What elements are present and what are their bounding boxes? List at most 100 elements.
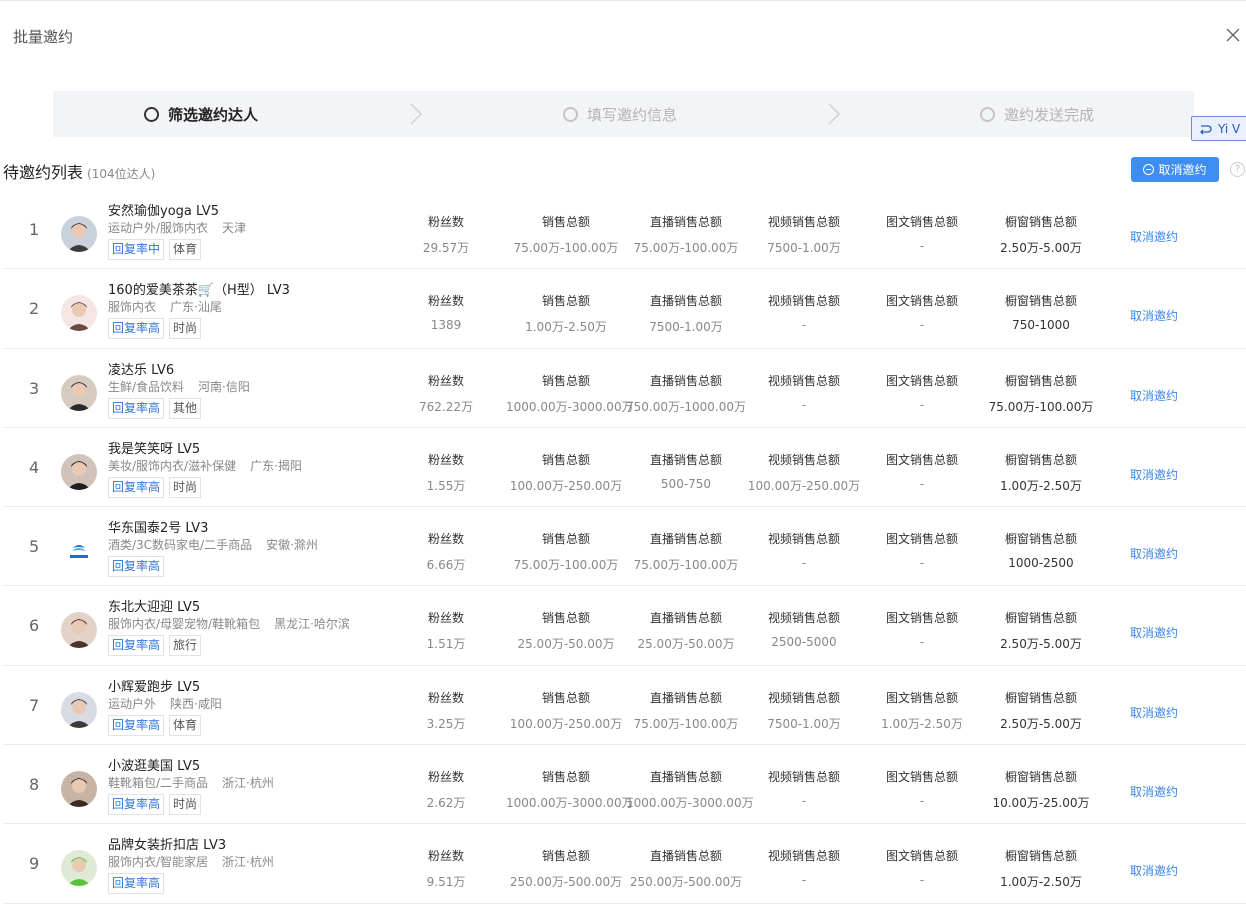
stat-label: 直播销售总额 xyxy=(649,294,722,309)
cancel-invite-link[interactable]: 取消邀约 xyxy=(1130,704,1178,721)
stat-label: 视频销售总额 xyxy=(767,849,840,864)
stat-column: 视频销售总额 - xyxy=(744,292,864,332)
stat-label: 橱窗销售总额 xyxy=(1004,611,1077,626)
stat-column: 粉丝数 6.66万 xyxy=(406,530,486,573)
cancel-invite-all-button[interactable]: 取消邀约 xyxy=(1131,157,1219,182)
stat-column: 粉丝数 9.51万 xyxy=(406,847,486,890)
reply-rate-tag: 回复率高 xyxy=(108,476,165,498)
stat-value: 75.00万-100.00万 xyxy=(633,558,739,573)
avatar xyxy=(61,612,97,649)
stat-label: 销售总额 xyxy=(541,611,590,626)
stat-label: 图文销售总额 xyxy=(885,690,958,705)
row-index: 5 xyxy=(29,537,40,557)
stat-column: 直播销售总额 750.00万-1000.00万 xyxy=(626,372,746,415)
avatar xyxy=(61,691,97,728)
stat-label: 图文销售总额 xyxy=(885,294,958,309)
stat-label: 视频销售总额 xyxy=(767,215,840,229)
stat-value: - xyxy=(919,635,925,650)
stat-column: 橱窗销售总额 2.50万-5.00万 xyxy=(981,213,1101,256)
tag-group: 回复率高 时尚 xyxy=(108,794,206,816)
stat-value: 500-750 xyxy=(660,476,712,491)
stat-column: 粉丝数 2.62万 xyxy=(406,768,486,811)
stat-value: 1.00万-2.50万 xyxy=(1000,875,1082,890)
step-circle-icon xyxy=(144,106,159,122)
influencer-name[interactable]: 品牌女装折扣店 LV3 xyxy=(108,834,226,853)
stat-label: 粉丝数 xyxy=(427,690,464,705)
row-index: 3 xyxy=(29,378,40,398)
stat-value: 762.22万 xyxy=(419,399,473,414)
stat-label: 图文销售总额 xyxy=(885,611,958,626)
stat-column: 图文销售总额 - xyxy=(862,292,982,332)
avatar xyxy=(61,771,97,808)
stat-column: 橱窗销售总额 2.50万-5.00万 xyxy=(981,689,1101,732)
stat-value: - xyxy=(801,397,807,412)
stat-label: 直播销售总额 xyxy=(649,373,722,388)
stat-label: 视频销售总额 xyxy=(767,690,840,705)
influencer-name[interactable]: 小波逛美国 LV5 xyxy=(108,755,200,774)
cancel-invite-link[interactable]: 取消邀约 xyxy=(1130,228,1178,245)
influencer-list: 1 安然瑜伽yoga LV5 运动户外/服饰内衣 天津 回复率中 体育 粉丝数 29.57万销… xyxy=(3,190,1246,904)
tag-group: 回复率中 体育 xyxy=(108,239,206,260)
stat-column: 销售总额 1.00万-2.50万 xyxy=(506,292,626,335)
reply-rate-tag: 回复率中 xyxy=(108,239,165,260)
influencer-name[interactable]: 华东国泰2号 LV3 xyxy=(108,517,208,536)
stat-column: 直播销售总额 25.00万-50.00万 xyxy=(626,609,746,652)
row-index: 9 xyxy=(29,854,40,874)
cancel-invite-link[interactable]: 取消邀约 xyxy=(1130,862,1178,879)
cancel-invite-link[interactable]: 取消邀约 xyxy=(1130,307,1178,324)
cancel-invite-link[interactable]: 取消邀约 xyxy=(1130,466,1178,483)
stat-value: 100.00万-250.00万 xyxy=(747,478,861,493)
avatar xyxy=(61,533,97,570)
influencer-category: 运动户外 xyxy=(108,696,157,711)
side-tab[interactable]: Yi V xyxy=(1191,116,1246,141)
stat-label: 销售总额 xyxy=(541,770,590,785)
influencer-category: 运动户外/服饰内衣 xyxy=(108,221,209,235)
stat-column: 粉丝数 1.51万 xyxy=(406,609,486,652)
stat-value: 1.55万 xyxy=(426,478,466,493)
stat-value: 7500-1.00万 xyxy=(767,241,841,255)
stat-value: 75.00万-100.00万 xyxy=(633,716,739,731)
chevron-right-icon xyxy=(410,103,423,125)
stat-value: 100.00万-250.00万 xyxy=(509,478,623,493)
influencer-name[interactable]: 我是笑笑呀 LV5 xyxy=(108,438,200,457)
stat-column: 销售总额 250.00万-500.00万 xyxy=(506,847,626,890)
interest-tag: 旅行 xyxy=(169,635,202,657)
cancel-invite-link[interactable]: 取消邀约 xyxy=(1130,783,1178,800)
reply-rate-tag: 回复率高 xyxy=(108,714,165,736)
influencer-location: 天津 xyxy=(222,221,247,235)
influencer-name[interactable]: 东北大迎迎 LV5 xyxy=(108,596,200,615)
reply-rate-tag: 回复率高 xyxy=(108,556,165,578)
stat-value: 1.00万-2.50万 xyxy=(881,716,963,731)
stat-value: - xyxy=(919,397,925,412)
influencer-category: 酒类/3C数码家电/二手商品 xyxy=(108,538,253,553)
tag-group: 回复率高 时尚 xyxy=(108,318,206,340)
list-count: (104位达人) xyxy=(87,167,156,181)
help-icon[interactable]: ? xyxy=(1230,162,1245,177)
influencer-name[interactable]: 160的爱美茶茶🛒（H型） LV3 xyxy=(108,279,290,298)
stat-column: 销售总额 75.00万-100.00万 xyxy=(506,213,626,256)
avatar xyxy=(61,850,97,887)
stat-column: 图文销售总额 - xyxy=(862,530,982,570)
step-circle-icon xyxy=(980,106,995,122)
stat-label: 粉丝数 xyxy=(427,770,464,785)
stat-column: 直播销售总额 75.00万-100.00万 xyxy=(626,213,746,256)
close-icon[interactable] xyxy=(1224,26,1242,44)
influencer-name[interactable]: 安然瑜伽yoga LV5 xyxy=(108,200,219,219)
stat-column: 视频销售总额 100.00万-250.00万 xyxy=(744,451,864,494)
cancel-invite-link[interactable]: 取消邀约 xyxy=(1130,624,1178,641)
stat-label: 直播销售总额 xyxy=(649,849,722,864)
stat-label: 销售总额 xyxy=(541,690,590,705)
stat-column: 粉丝数 1.55万 xyxy=(406,451,486,494)
cancel-invite-link[interactable]: 取消邀约 xyxy=(1130,545,1178,562)
stat-value: 1.51万 xyxy=(426,637,466,652)
stat-column: 视频销售总额 2500-5000 xyxy=(744,609,864,649)
stat-column: 图文销售总额 - xyxy=(862,451,982,491)
cancel-invite-link[interactable]: 取消邀约 xyxy=(1130,387,1178,404)
influencer-meta: 生鲜/食品饮料 河南·信阳 xyxy=(108,378,250,395)
influencer-name[interactable]: 小辉爱跑步 LV5 xyxy=(108,676,200,695)
influencer-name[interactable]: 凌达乐 LV6 xyxy=(108,359,174,378)
stat-label: 橱窗销售总额 xyxy=(1004,690,1077,705)
tag-group: 回复率高 时尚 xyxy=(108,476,206,498)
stat-column: 视频销售总额 - xyxy=(744,768,864,808)
list-item: 1 安然瑜伽yoga LV5 运动户外/服饰内衣 天津 回复率中 体育 粉丝数 29.57万销… xyxy=(3,190,1246,270)
